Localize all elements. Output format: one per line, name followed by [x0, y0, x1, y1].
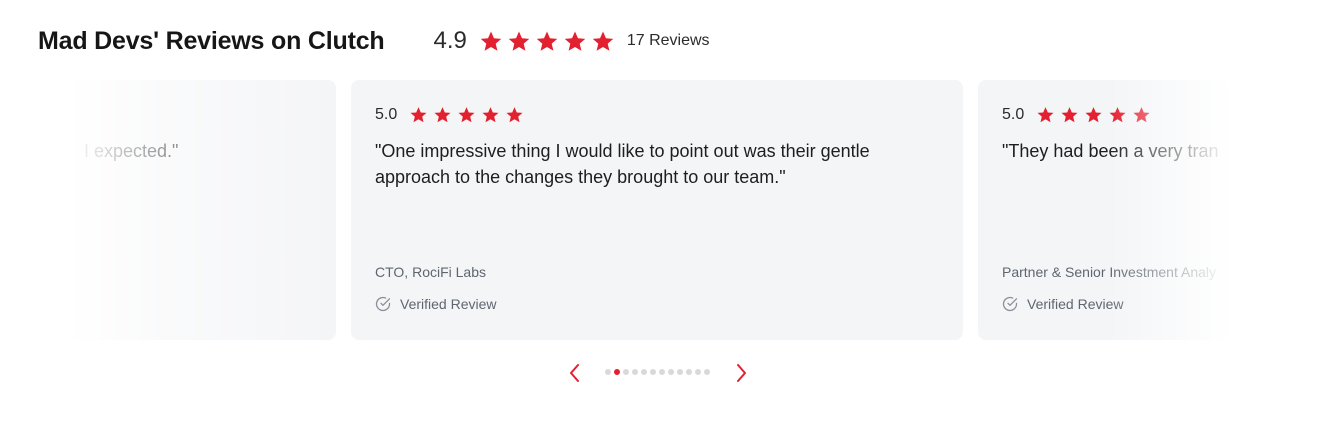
review-card[interactable]: 5.0 "One impressive thing I would like t… [351, 80, 963, 340]
chevron-right-icon [737, 364, 746, 382]
star-icon [458, 107, 475, 123]
check-circle-icon [1002, 296, 1018, 312]
star-icon [508, 30, 530, 51]
star-icon [480, 30, 502, 51]
review-score: 5.0 [1002, 106, 1025, 123]
review-card[interactable]: I expected." [68, 80, 336, 340]
review-card-content: I expected." [84, 80, 336, 340]
review-quote: "One impressive thing I would like to po… [375, 141, 870, 187]
pagination-dot[interactable] [686, 369, 692, 375]
star-icon [1085, 107, 1102, 123]
star-icon [1133, 107, 1150, 123]
section-title: Mad Devs' Reviews on Clutch [38, 26, 385, 55]
review-quote: I expected." [84, 141, 179, 161]
overall-stars [479, 30, 615, 53]
review-score: 5.0 [375, 106, 398, 123]
review-stars [1036, 106, 1151, 124]
review-quote: "They had been a very tran [1002, 141, 1219, 161]
check-circle-icon [375, 296, 391, 312]
review-card[interactable]: 5.0 "They had been a very tran Partner &… [978, 80, 1228, 340]
star-icon [506, 107, 523, 123]
reviews-carousel: I expected." 5.0 "One impressive thing I… [0, 80, 1329, 340]
pagination-dot[interactable] [704, 369, 710, 375]
star-icon [410, 107, 427, 123]
pagination-dot[interactable] [659, 369, 665, 375]
star-icon [1037, 107, 1054, 123]
verified-review: Verified Review [1002, 296, 1124, 312]
verified-label: Verified Review [1027, 296, 1124, 312]
pagination-dot[interactable] [641, 369, 647, 375]
reviews-header: Mad Devs' Reviews on Clutch 4.9 17 Revie… [38, 24, 710, 58]
star-icon [1061, 107, 1078, 123]
star-icon [482, 107, 499, 123]
review-author: Partner & Senior Investment Analy [1002, 264, 1216, 280]
pagination-dot[interactable] [677, 369, 683, 375]
pagination-dot[interactable] [650, 369, 656, 375]
review-author: CTO, RociFi Labs [375, 264, 486, 280]
reviews-count: 17 Reviews [626, 32, 710, 49]
pagination-dot[interactable] [632, 369, 638, 375]
review-rating: 5.0 [1002, 104, 1151, 126]
pagination-dot[interactable] [668, 369, 674, 375]
star-icon [536, 30, 558, 51]
review-card-content: 5.0 "One impressive thing I would like t… [375, 80, 935, 340]
pagination-dot[interactable] [605, 369, 611, 375]
star-icon [592, 30, 614, 51]
prev-button[interactable] [564, 362, 586, 384]
pagination-dots [605, 369, 710, 375]
chevron-left-icon [570, 364, 579, 382]
review-card-content: 5.0 "They had been a very tran Partner &… [1002, 80, 1228, 340]
pagination-dot[interactable] [614, 369, 620, 375]
review-rating: 5.0 [375, 104, 524, 126]
overall-rating: 4.9 [433, 27, 467, 54]
review-stars [409, 106, 524, 124]
star-icon [434, 107, 451, 123]
star-icon [1109, 107, 1126, 123]
verified-label: Verified Review [400, 296, 497, 312]
pagination-dot[interactable] [695, 369, 701, 375]
carousel-pagination [560, 358, 760, 388]
verified-review: Verified Review [375, 296, 497, 312]
pagination-dot[interactable] [623, 369, 629, 375]
star-icon [564, 30, 586, 51]
next-button[interactable] [730, 362, 752, 384]
